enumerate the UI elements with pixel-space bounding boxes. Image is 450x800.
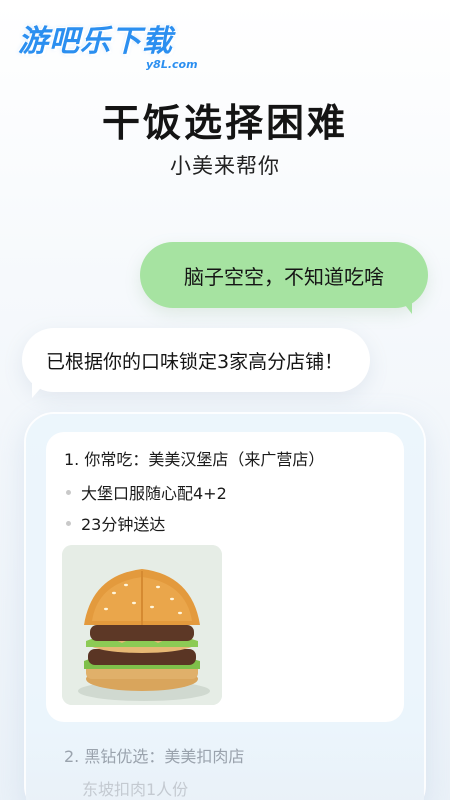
burger-photo[interactable] [62, 545, 222, 705]
burger-illustration [62, 545, 222, 705]
watermark-logo: 游吧乐下载 y8L.com [18, 14, 198, 71]
assistant-message-bubble: 已根据你的口味锁定3家高分店铺！ [22, 328, 370, 392]
store-detail-text: 23分钟送达 [81, 515, 166, 534]
store-title-2[interactable]: 2. 黑钻优选：美美扣肉店 [64, 743, 244, 767]
store-detail-row: 23分钟送达 [66, 511, 165, 535]
page-subtitle: 小美来帮你 [170, 154, 280, 178]
user-message-bubble: 脑子空空，不知道吃啥 [140, 242, 428, 308]
bullet-dot [66, 489, 71, 495]
user-bubble-tail [398, 296, 412, 314]
store-detail-row: 大堡口服随心配4+2 [66, 480, 227, 504]
watermark-sub-text: y8L.com [146, 58, 198, 71]
store-detail-text-2: 东坡扣肉1人份 [82, 780, 189, 799]
user-message-text: 脑子空空，不知道吃啥 [184, 264, 384, 289]
watermark-main-text: 游吧乐下载 [18, 24, 173, 59]
page-title: 干饭选择困难 [101, 101, 348, 145]
assistant-message-text: 已根据你的口味锁定3家高分店铺！ [46, 350, 344, 373]
bullet-dot [66, 520, 71, 526]
store-detail-text: 大堡口服随心配4+2 [81, 484, 227, 503]
store-title[interactable]: 1. 你常吃：美美汉堡店（来广营店） [64, 446, 324, 470]
assistant-bubble-tail [32, 382, 46, 398]
